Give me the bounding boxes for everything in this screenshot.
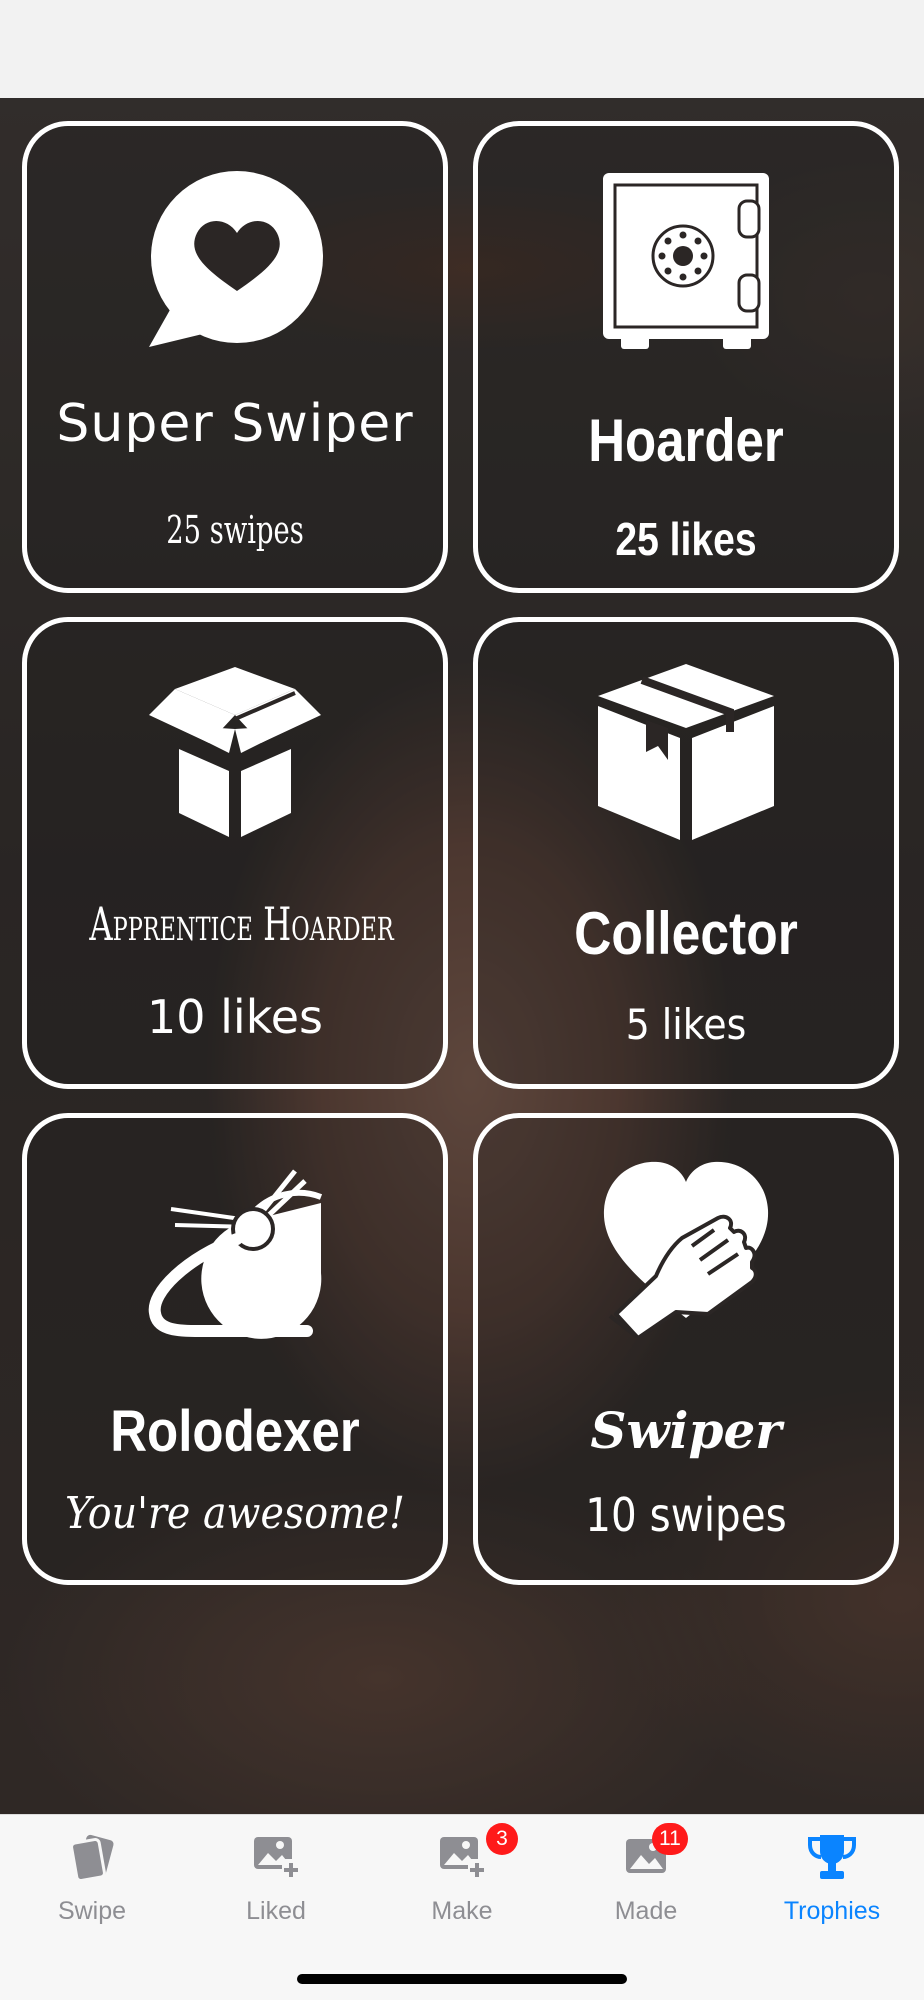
safe-icon [478, 171, 894, 351]
open-box-icon [27, 667, 443, 842]
satellite-dish-icon [27, 1163, 443, 1343]
trophy-icon [740, 1831, 924, 1883]
image-icon [554, 1831, 738, 1883]
speech-bubble-heart-icon [27, 171, 443, 351]
closed-box-icon [478, 662, 894, 842]
trophy-subtitle: 10 likes [147, 990, 323, 1044]
trophy-card-swiper[interactable]: Swiper 10 swipes [473, 1113, 899, 1585]
image-plus-icon [370, 1831, 554, 1883]
trophy-title: Apprentice Hoarder [89, 897, 394, 951]
home-indicator[interactable] [297, 1974, 627, 1984]
tab-trophies[interactable]: Trophies [740, 1815, 924, 1935]
notification-badge: 3 [486, 1823, 518, 1855]
tab-make[interactable]: 3 Make [370, 1815, 554, 1935]
notification-badge: 11 [652, 1823, 688, 1855]
trophy-card-hoarder[interactable]: Hoarder 25 likes [473, 121, 899, 593]
tab-made[interactable]: 11 Made [554, 1815, 738, 1935]
trophy-title: Rolodexer [110, 1399, 360, 1464]
trophy-subtitle: 10 swipes [585, 1488, 787, 1542]
trophy-title: Swiper [590, 1401, 782, 1460]
trophy-title: Hoarder [588, 407, 784, 474]
tab-label: Swipe [57, 1897, 127, 1925]
tab-swipe[interactable]: Swipe [0, 1815, 184, 1935]
cards-icon [0, 1831, 184, 1883]
tab-liked[interactable]: Liked [184, 1815, 368, 1935]
trophy-subtitle: 25 swipes [166, 508, 304, 552]
trophy-title: Super Swiper [56, 394, 414, 454]
trophy-card-collector[interactable]: Collector 5 likes [473, 617, 899, 1089]
tab-label: Liked [246, 1897, 306, 1925]
trophy-subtitle: You're awesome! [65, 1488, 405, 1539]
trophy-subtitle: 5 likes [625, 1000, 747, 1049]
trophy-card-apprentice-hoarder[interactable]: Apprentice Hoarder 10 likes [22, 617, 448, 1089]
trophy-card-rolodexer[interactable]: Rolodexer You're awesome! [22, 1113, 448, 1585]
trophy-title: Collector [574, 900, 798, 967]
tab-bar: Swipe Liked 3 Make 11 Made Trophies [0, 1814, 924, 2000]
tab-label: Trophies [783, 1897, 881, 1925]
tab-label: Made [614, 1897, 678, 1925]
trophy-subtitle: 25 likes [615, 513, 757, 565]
hand-heart-icon [478, 1158, 894, 1338]
status-bar [0, 0, 924, 98]
image-plus-icon [184, 1831, 368, 1883]
tab-label: Make [431, 1897, 493, 1925]
trophy-card-super-swiper[interactable]: Super Swiper 25 swipes [22, 121, 448, 593]
